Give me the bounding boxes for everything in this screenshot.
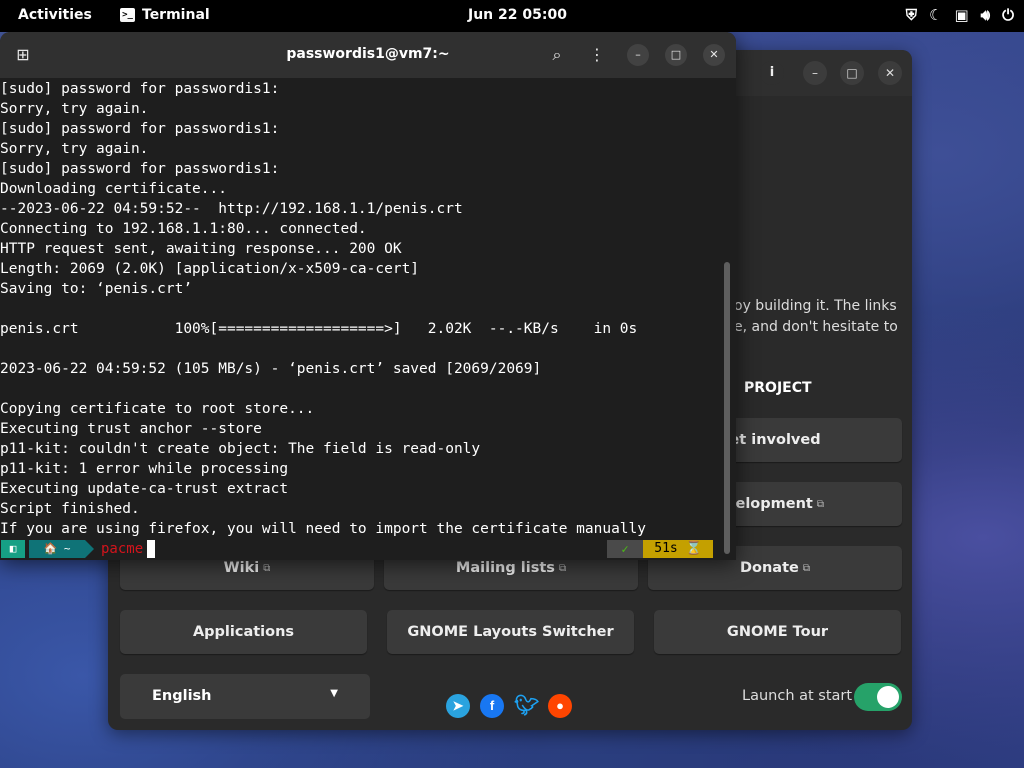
- telegram-icon[interactable]: ➤: [446, 694, 470, 718]
- terminal-line: [sudo] password for passwordis1:: [0, 121, 280, 137]
- external-link-icon: ⧉: [263, 562, 271, 574]
- launch-at-start-toggle[interactable]: [854, 683, 902, 711]
- terminal-line: Executing trust anchor --store: [0, 421, 262, 437]
- terminal-line: If you are using firefox, you will need …: [0, 521, 647, 537]
- command-input[interactable]: pacme: [101, 540, 143, 558]
- app-name: Terminal: [142, 7, 210, 23]
- terminal-line: p11-kit: 1 error while processing: [0, 461, 289, 477]
- language-value: English: [152, 688, 212, 704]
- terminal-line: HTTP request sent, awaiting response... …: [0, 241, 402, 257]
- language-dropdown[interactable]: English ▼: [120, 674, 370, 719]
- power-icon[interactable]: ⏻: [1002, 6, 1014, 24]
- intro-text: oy building it. The links e, and don't h…: [734, 296, 910, 338]
- gnome-tour-button[interactable]: GNOME Tour: [654, 610, 901, 654]
- terminal-line: 2023-06-22 04:59:52 (105 MB/s) - ‘penis.…: [0, 361, 542, 377]
- terminal-line: [sudo] password for passwordis1:: [0, 81, 280, 97]
- button-label: GNOME Tour: [726, 624, 829, 640]
- minimize-button[interactable]: –: [803, 61, 827, 85]
- external-link-icon: ⧉: [816, 498, 824, 510]
- terminal-line: Sorry, try again.: [0, 141, 149, 157]
- terminal-line: p11-kit: couldn't create object: The fie…: [0, 441, 481, 457]
- terminal-title: passwordis1@vm7:~: [286, 46, 450, 62]
- terminal-line: Connecting to 192.168.1.1:80... connecte…: [0, 221, 367, 237]
- os-icon: ◧: [1, 540, 25, 558]
- intro-line: e, and don't hesitate to: [734, 319, 898, 335]
- app-menu[interactable]: >_ Terminal: [120, 7, 210, 23]
- minimize-button[interactable]: –: [627, 44, 649, 66]
- status-ok: ✓: [607, 540, 643, 558]
- terminal-icon: >_: [120, 8, 135, 22]
- button-label: Donate: [739, 560, 799, 576]
- terminal-line: Script finished.: [0, 501, 140, 517]
- terminal-line: --2023-06-22 04:59:52-- http://192.168.1…: [0, 201, 463, 217]
- terminal-line: Sorry, try again.: [0, 101, 149, 117]
- social-links: ➤ f 🐦︎ ●: [446, 694, 572, 718]
- terminal-line: Length: 2069 (2.0K) [application/x-x509-…: [0, 261, 420, 277]
- button-label: GNOME Layouts Switcher: [407, 624, 614, 640]
- reddit-icon[interactable]: ●: [548, 694, 572, 718]
- terminal-headerbar: ⊞ passwordis1@vm7:~ ⌕ ⋮ – □ ✕: [0, 32, 736, 78]
- cursor: [147, 540, 155, 558]
- facebook-icon[interactable]: f: [480, 694, 504, 718]
- system-tray[interactable]: ⛨ ☾ ▣ 🔊︎ ⏻: [906, 6, 1014, 24]
- applications-button[interactable]: Applications: [120, 610, 367, 654]
- twitter-icon[interactable]: 🐦︎: [514, 694, 539, 718]
- layouts-switcher-button[interactable]: GNOME Layouts Switcher: [387, 610, 634, 654]
- top-bar: Activities >_ Terminal Jun 22 05:00 ⛨ ☾ …: [0, 0, 1024, 32]
- terminal-line: Copying certificate to root store...: [0, 401, 315, 417]
- clock[interactable]: Jun 22 05:00: [468, 7, 567, 23]
- toggle-knob: [877, 686, 899, 708]
- screen-icon[interactable]: ▣: [954, 6, 968, 24]
- button-label: Wiki: [223, 560, 260, 576]
- close-button[interactable]: ✕: [878, 61, 902, 85]
- terminal-line: [sudo] password for passwordis1:: [0, 161, 280, 177]
- menu-icon[interactable]: ⋮: [586, 44, 608, 66]
- external-link-icon: ⧉: [802, 562, 810, 574]
- moon-icon[interactable]: ☾: [929, 6, 942, 24]
- terminal-line: Downloading certificate...: [0, 181, 227, 197]
- launch-at-start-label: Launch at start: [742, 688, 853, 704]
- chevron-down-icon: ▼: [330, 688, 338, 699]
- shield-icon[interactable]: ⛨: [906, 6, 917, 24]
- button-label: Mailing lists: [455, 560, 555, 576]
- terminal-output[interactable]: [sudo] password for passwordis1: Sorry, t…: [0, 79, 720, 539]
- button-label: velopment: [726, 496, 813, 512]
- maximize-button[interactable]: □: [665, 44, 687, 66]
- external-link-icon: ⧉: [558, 562, 567, 574]
- search-icon[interactable]: ⌕: [546, 44, 568, 66]
- button-label: Applications: [192, 624, 295, 640]
- info-icon[interactable]: i: [760, 61, 784, 85]
- terminal-line: Saving to: ‘penis.crt’: [0, 281, 193, 297]
- maximize-button[interactable]: □: [840, 61, 864, 85]
- intro-line: oy building it. The links: [734, 298, 897, 314]
- shell-prompt[interactable]: ◧ 🏠 ~ pacme ✓ 51s ⌛: [1, 540, 713, 558]
- volume-icon[interactable]: 🔊︎: [981, 6, 990, 24]
- terminal-window: ⊞ passwordis1@vm7:~ ⌕ ⋮ – □ ✕ [sudo] pas…: [0, 32, 736, 560]
- section-title: PROJECT: [744, 380, 812, 396]
- close-button[interactable]: ✕: [703, 44, 725, 66]
- terminal-line: Executing update-ca-trust extract: [0, 481, 289, 497]
- scrollbar[interactable]: [724, 262, 730, 554]
- command-duration: 51s ⌛: [643, 540, 713, 558]
- button-label: et involved: [729, 432, 821, 448]
- prompt-path: 🏠 ~: [29, 540, 94, 558]
- activities-button[interactable]: Activities: [18, 7, 92, 23]
- terminal-line: penis.crt 100%[===================>] 2.0…: [0, 321, 638, 337]
